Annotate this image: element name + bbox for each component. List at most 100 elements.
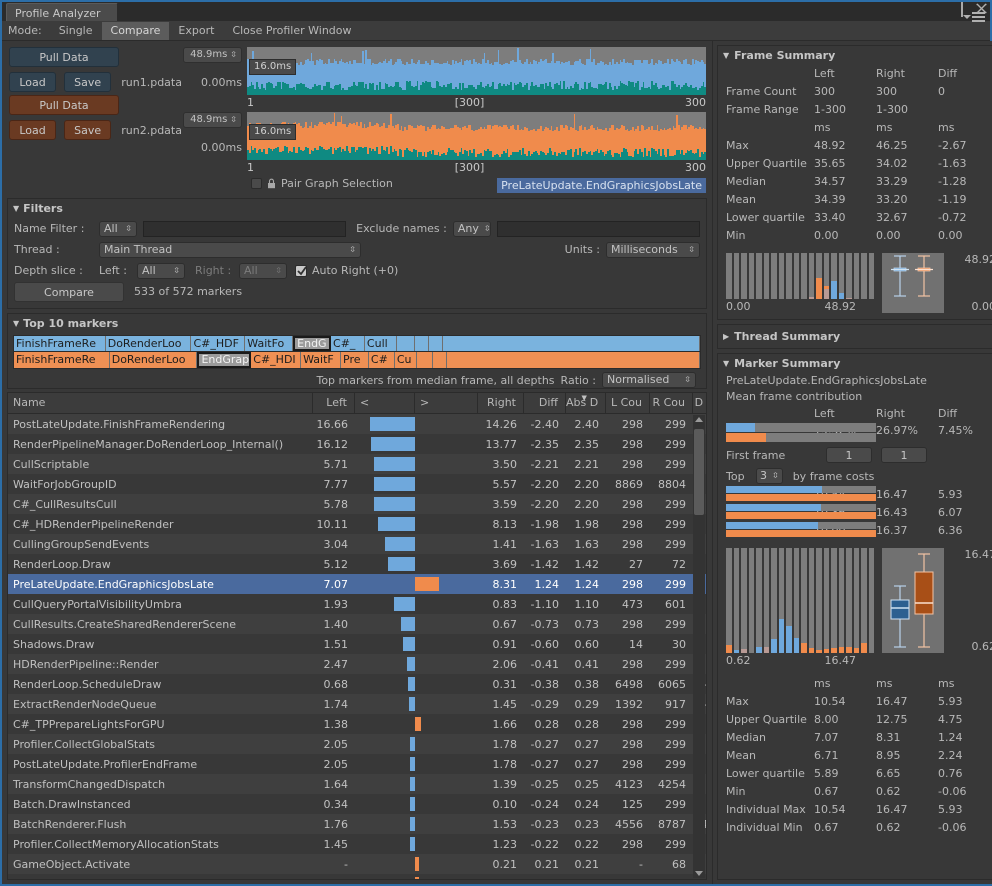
top10-segment[interactable]: C#_HDF [191,336,245,351]
save-run2-button[interactable]: Save [64,120,111,140]
export-button[interactable]: Export [169,22,223,40]
compare-button[interactable]: Compare [14,282,124,302]
table-row[interactable]: CullScriptable5.713.50-2.212.212982991 [8,454,706,474]
marker-summary-header[interactable]: ▼ Marker Summary [718,354,992,373]
table-row[interactable]: CullingGroupSendEvents3.041.41-1.631.632… [8,534,706,554]
table-column-header[interactable]: Name [8,393,313,413]
table-column-header[interactable]: Abs D [566,393,606,413]
filters-header[interactable]: ▼ Filters [8,199,706,218]
table-column-header[interactable]: Right [478,393,524,413]
top10-segment[interactable]: DoRenderLoo [110,352,198,368]
table-row[interactable]: RenderPipelineManager.DoRenderLoop_Inter… [8,434,706,454]
table-row[interactable]: RenderLoop.Draw5.123.69-1.421.42277245 [8,554,706,574]
top10-segment[interactable]: Pre [341,352,369,368]
top10-segment[interactable]: EndGrap [197,352,251,368]
table-column-header[interactable]: Diff [524,393,566,413]
scroll-down-icon[interactable] [695,871,703,876]
window-tab[interactable]: Profile Analyzer [6,3,118,21]
top10-header[interactable]: ▼ Top 10 markers [8,314,706,333]
table-row[interactable]: CullResults.CreateSharedRendererScene1.4… [8,614,706,634]
table-row[interactable]: ExtractRenderNodeQueue1.741.45-0.290.291… [8,694,706,714]
name-filter-input[interactable] [143,221,346,237]
top10-segment[interactable]: DoRenderLoo [106,336,192,351]
top-cost-row[interactable]: 10.5416.475.93 [726,486,992,504]
top10-segment[interactable] [447,352,700,368]
table-row[interactable]: BatchRenderer.Flush1.761.53-0.230.234556… [8,814,706,834]
mode-single-button[interactable]: Single [50,22,102,40]
top10-segment[interactable] [443,336,700,351]
table-column-header[interactable]: > [415,393,478,413]
table-column-header[interactable]: < [355,393,415,413]
table-row[interactable]: Profiler.CollectGlobalStats2.051.78-0.27… [8,734,706,754]
top10-segment[interactable]: C#_ [331,336,365,351]
table-row[interactable]: PostLateUpdate.ProfilerEndFrame2.051.78-… [8,754,706,774]
auto-right-checkbox[interactable] [295,265,307,277]
name-filter-mode-select[interactable]: All⇳ [99,221,137,237]
top10-segment[interactable] [433,352,447,368]
exclude-names-input[interactable] [497,221,700,237]
pull-data-run1-button[interactable]: Pull Data [9,47,119,67]
run2-scale-dropdown[interactable]: 48.9ms⇳ [183,112,242,128]
table-row[interactable]: PostLateUpdate.FinishFrameRendering16.66… [8,414,706,434]
top10-segment[interactable]: FinishFrameRе [14,336,106,351]
top10-right-bar[interactable]: FinishFrameReDoRenderLooEndGrapC#_HDIWai… [13,352,701,369]
scrollbar-thumb[interactable] [694,429,704,515]
frame-summary-histogram[interactable] [726,253,874,299]
table-row[interactable]: C#_HDRenderPipelineRender10.118.13-1.981… [8,514,706,534]
table-row[interactable]: PreLateUpdate.EndGraphicsJobsLate7.078.3… [8,574,706,594]
table-row[interactable]: HDRenderPipeline::Render2.472.06-0.410.4… [8,654,706,674]
units-select[interactable]: Milliseconds⇳ [606,242,700,258]
table-column-header[interactable]: D Cou [693,393,707,413]
table-row[interactable]: WaitForJobGroupID7.775.57-2.202.20886988… [8,474,706,494]
thread-select[interactable]: Main Thread⇳ [99,242,361,258]
top10-segment[interactable]: FinishFrameRe [14,352,110,368]
top10-segment[interactable] [415,336,429,351]
depth-right-select[interactable]: All⇳ [239,263,287,279]
thread-summary-header[interactable]: ▶ Thread Summary [718,325,992,348]
table-row[interactable]: TransformChangedDispatch1.641.39-0.250.2… [8,774,706,794]
table-row[interactable]: RenderLoop.ScheduleDraw0.680.31-0.380.38… [8,674,706,694]
save-run1-button[interactable]: Save [64,72,111,92]
table-column-header[interactable]: Left [313,393,355,413]
top10-segment[interactable] [429,336,443,351]
top-cost-row[interactable]: 10.3616.436.07 [726,504,992,522]
top10-segment[interactable]: WaitF [301,352,341,368]
pull-data-run2-button[interactable]: Pull Data [9,95,119,115]
close-profiler-window-button[interactable]: Close Profiler Window [223,22,360,40]
top10-segment[interactable] [417,352,433,368]
top10-segment[interactable]: C# [369,352,395,368]
load-run1-button[interactable]: Load [9,72,56,92]
top10-segment[interactable] [397,336,415,351]
top10-left-bar[interactable]: FinishFrameRеDoRenderLooC#_HDFWaitFoEndG… [13,335,701,352]
top10-segment[interactable]: WaitFo [245,336,293,351]
table-row[interactable]: C#_CullResultsCull5.783.59-2.202.2029829… [8,494,706,514]
table-row[interactable]: GameObject.Activate-0.210.210.21-6868 [8,854,706,874]
ratio-select[interactable]: Normalised⇳ [602,372,696,388]
window-menu-icon[interactable] [963,12,985,22]
depth-left-select[interactable]: All⇳ [137,263,185,279]
load-run2-button[interactable]: Load [9,120,56,140]
top10-segment[interactable]: EndG [293,336,331,351]
table-row[interactable]: Batch.DrawInstanced0.340.10-0.240.241252… [8,794,706,814]
table-row[interactable]: Profiler.CollectMemoryAllocationStats1.4… [8,834,706,854]
table-row[interactable]: CullQueryPortalVisibilityUmbra1.930.83-1… [8,594,706,614]
marker-summary-histogram[interactable] [726,548,874,653]
pair-graph-checkbox[interactable] [251,178,262,189]
table-column-header[interactable]: L Cou [606,393,650,413]
table-column-header[interactable]: R Cou [650,393,693,413]
run2-frame-graph[interactable] [247,112,706,160]
run1-scale-dropdown[interactable]: 48.9ms⇳ [183,47,242,63]
table-row[interactable]: Shadows.Draw1.510.91-0.600.60143016 [8,634,706,654]
mode-compare-button[interactable]: Compare [102,22,170,40]
table-row[interactable]: FixedUpdate.PhysicsFixedUpdate0.670.880.… [8,874,706,879]
first-frame-left-button[interactable]: 1 [826,447,872,463]
first-frame-right-button[interactable]: 1 [881,447,927,463]
top10-segment[interactable]: Cu [395,352,417,368]
exclude-mode-select[interactable]: Any⇳ [453,221,491,237]
top10-segment[interactable]: C#_HDI [251,352,301,368]
top-cost-row[interactable]: 10.0016.376.36 [726,522,992,540]
top10-segment[interactable]: Cull [365,336,397,351]
marker-table-scrollbar[interactable] [693,415,705,878]
run1-frame-graph[interactable] [247,47,706,95]
top-count-select[interactable]: 3⇳ [756,468,783,484]
